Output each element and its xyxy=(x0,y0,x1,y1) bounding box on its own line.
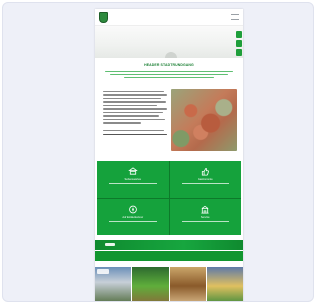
menu-icon[interactable] xyxy=(231,14,239,20)
website-preview: HEADER STADTRUNDGANG Sehenswertes Gastro… xyxy=(95,9,243,301)
coat-of-arms-logo xyxy=(99,12,108,23)
tile-service[interactable]: Service xyxy=(169,198,241,235)
hero-image xyxy=(95,26,243,58)
banner-logo xyxy=(105,243,115,246)
town-aerial-photo xyxy=(171,89,237,151)
landmark-icon xyxy=(128,167,138,176)
hero-figure xyxy=(165,52,177,58)
tile-sights[interactable]: Sehenswertes xyxy=(97,161,169,198)
gallery-image[interactable] xyxy=(132,267,169,301)
side-tab-3[interactable] xyxy=(236,49,242,56)
top-bar xyxy=(95,9,243,26)
tile-label: Service xyxy=(200,215,210,219)
tile-label: Auf Entdeckertour xyxy=(122,215,144,219)
side-tab-2[interactable] xyxy=(236,40,242,47)
tile-subtext xyxy=(109,220,157,222)
gallery-image[interactable] xyxy=(169,267,206,301)
side-quick-links xyxy=(236,31,242,57)
secondary-banner[interactable] xyxy=(95,251,243,261)
page-title: HEADER STADTRUNDGANG xyxy=(144,63,194,67)
tile-gastronomy[interactable]: Gastronomie xyxy=(169,161,241,198)
tile-subtext xyxy=(181,183,229,184)
side-tab-1[interactable] xyxy=(236,31,242,38)
building-icon xyxy=(201,205,210,214)
tile-label: Sehenswertes xyxy=(124,178,141,181)
intro-text xyxy=(105,71,233,80)
thumbs-up-icon xyxy=(201,167,210,176)
gallery-image[interactable] xyxy=(95,267,132,301)
image-badge xyxy=(97,269,109,274)
body-paragraph xyxy=(103,91,167,137)
photo-gallery xyxy=(95,267,243,301)
tile-subtext xyxy=(181,220,229,222)
promo-banner[interactable] xyxy=(95,240,243,250)
tile-subtext xyxy=(109,183,157,184)
compass-icon xyxy=(128,205,137,214)
feature-tiles: Sehenswertes Gastronomie Auf Entdeckerto… xyxy=(97,161,241,235)
tile-discovery-tour[interactable]: Auf Entdeckertour xyxy=(97,198,169,235)
preview-card[interactable]: HEADER STADTRUNDGANG Sehenswertes Gastro… xyxy=(2,2,314,302)
tile-label: Gastronomie xyxy=(197,178,213,181)
gallery-image[interactable] xyxy=(206,267,243,301)
